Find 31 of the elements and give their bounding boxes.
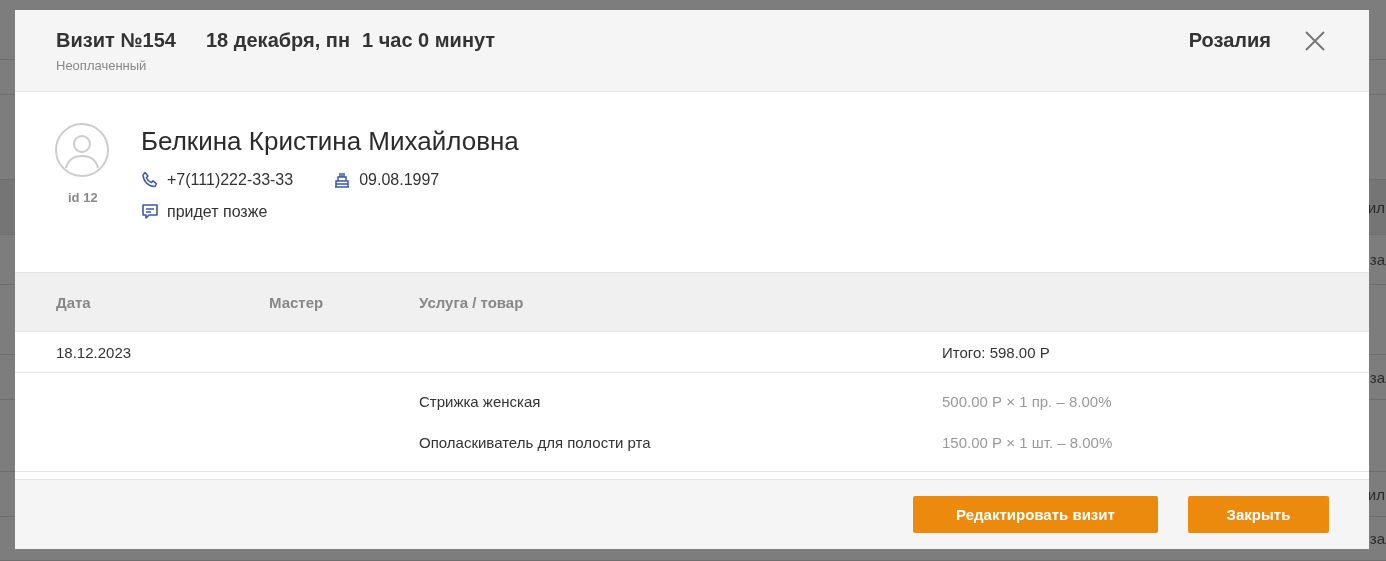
total-amount: Итого: 598.00 Р: [942, 343, 1051, 361]
service-name: Ополаскиватель для полости рта: [419, 434, 652, 451]
cell-text: за: [1369, 368, 1386, 386]
column-header: Мастер: [269, 293, 325, 311]
close-button[interactable]: Закрыть: [1188, 496, 1329, 533]
cake-icon: [333, 171, 352, 189]
cell-text: за: [1369, 530, 1386, 547]
close-icon[interactable]: [1305, 31, 1325, 51]
phone-number: +7(111)222-33-33: [167, 171, 294, 189]
client-name: Белкина Кристина Михайловна: [141, 126, 519, 157]
service-name: Стрижка женская: [419, 393, 542, 410]
visit-duration: 1 час 0 минут: [362, 29, 496, 52]
cell-text: за: [1369, 251, 1386, 268]
client-comment: придет позже: [167, 203, 268, 221]
phone-icon: [141, 171, 159, 189]
avatar-icon: [54, 122, 110, 178]
client-id: id 12: [68, 190, 98, 205]
comment-icon: [141, 203, 159, 221]
visit-date: 18 декабря, пн: [206, 29, 350, 52]
cell-text: ил: [1367, 198, 1386, 216]
birth-date: 09.08.1997: [359, 171, 440, 189]
column-header: Услуга / товар: [419, 293, 525, 311]
edit-visit-button[interactable]: Редактировать визит: [913, 496, 1158, 533]
column-header: Дата: [56, 293, 92, 311]
service-price: 500.00 Р × 1 пр. – 8.00%: [942, 393, 1113, 410]
payment-status: Неоплаченный: [56, 58, 148, 73]
visit-date-cell-text: 18.12.2023: [56, 343, 133, 361]
visit-title: Визит №154: [56, 29, 176, 52]
cell-text: ил: [1367, 485, 1386, 503]
service-price: 150.00 Р × 1 шт. – 8.00%: [942, 434, 1114, 451]
master-name: Розалия: [1188, 29, 1271, 52]
